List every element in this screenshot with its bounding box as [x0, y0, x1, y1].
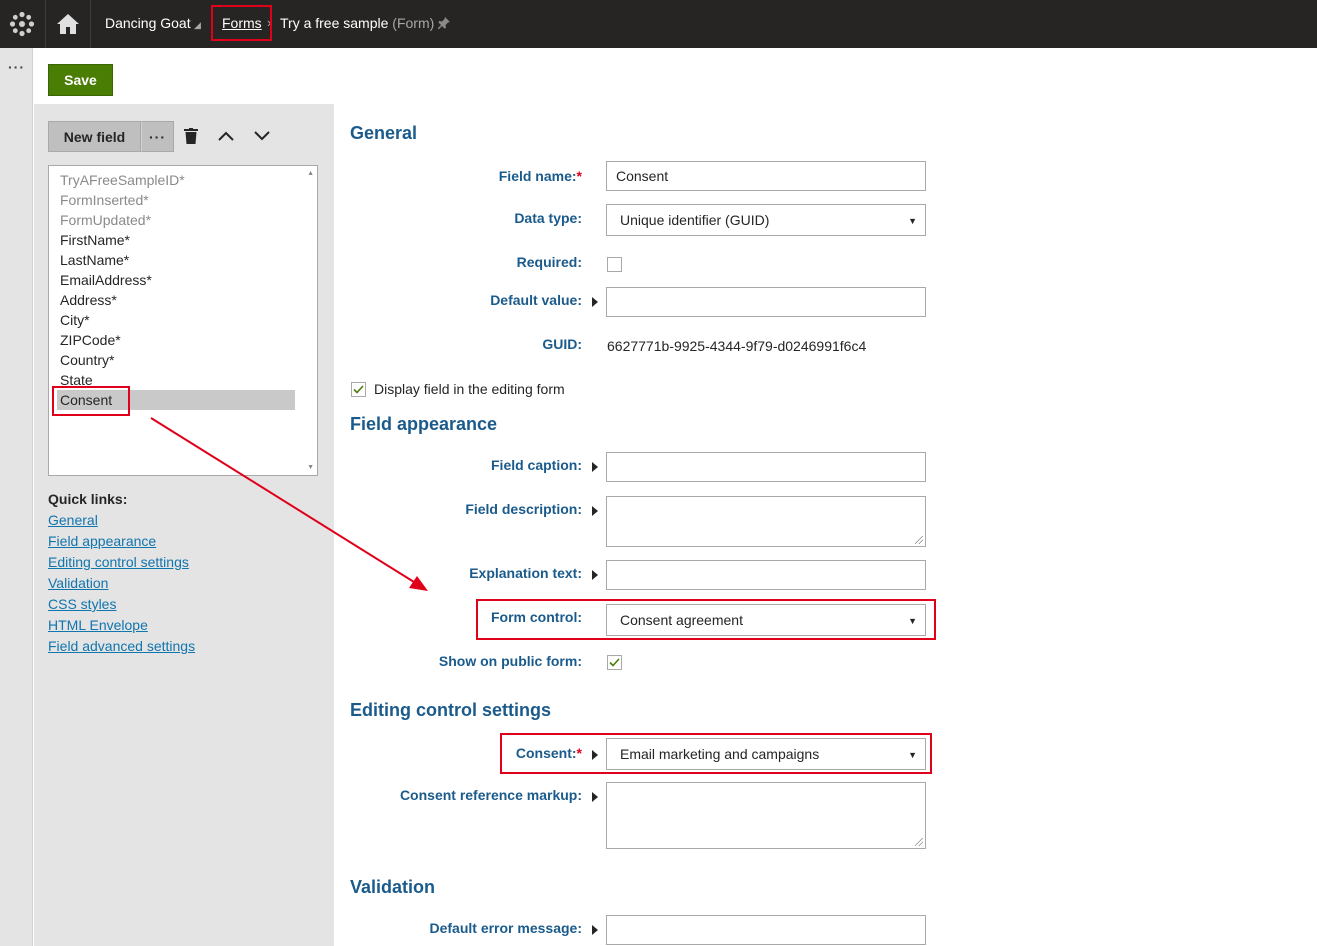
breadcrumb-type: (Form)	[392, 15, 435, 31]
delete-icon[interactable]	[181, 126, 201, 146]
field-panel: New field ··· TryAFreeSampleID* FormInse…	[34, 104, 334, 946]
forms-highlight-box	[211, 5, 272, 41]
consent-markup-textarea[interactable]	[606, 782, 926, 849]
field-name-label-text: Field name:	[498, 168, 577, 184]
list-item[interactable]: EmailAddress*	[60, 270, 296, 290]
field-description-label: Field description:	[465, 501, 582, 517]
guid-value: 6627771b-9925-4344-9f79-d0246991f6c4	[607, 338, 867, 354]
field-list[interactable]: TryAFreeSampleID* FormInserted* FormUpda…	[48, 165, 318, 476]
explanation-text-label: Explanation text:	[469, 565, 582, 581]
data-type-label: Data type:	[514, 210, 582, 226]
field-description-textarea[interactable]	[606, 496, 926, 547]
form-control-highlight-box	[476, 599, 936, 640]
quick-links-title: Quick links:	[48, 491, 128, 507]
expand-arrow-icon[interactable]	[592, 925, 598, 935]
save-button[interactable]: Save	[48, 64, 113, 96]
scroll-down-icon[interactable]: ▼	[307, 464, 314, 471]
quick-link-html-envelope[interactable]: HTML Envelope	[48, 617, 148, 633]
default-value-input[interactable]	[606, 287, 926, 317]
list-item[interactable]: LastName*	[60, 250, 296, 270]
required-checkbox[interactable]	[607, 257, 622, 272]
section-general-heading: General	[350, 123, 418, 143]
expand-arrow-icon[interactable]	[592, 792, 598, 802]
kentico-logo-icon[interactable]	[0, 0, 44, 48]
home-icon[interactable]	[45, 0, 91, 48]
list-item[interactable]: FormInserted*	[60, 190, 296, 210]
display-field-checkbox[interactable]	[351, 382, 366, 397]
list-item[interactable]: FormUpdated*	[60, 210, 296, 230]
default-error-label: Default error message:	[429, 920, 582, 936]
pin-icon[interactable]	[437, 16, 451, 33]
quick-link-editing-control[interactable]: Editing control settings	[48, 554, 189, 570]
expand-arrow-icon[interactable]	[592, 462, 598, 472]
required-label: Required:	[516, 254, 582, 270]
show-public-checkbox[interactable]	[607, 655, 622, 670]
section-editing-heading: Editing control settings	[350, 700, 551, 720]
guid-label: GUID:	[542, 336, 582, 352]
data-type-value: Unique identifier (GUID)	[620, 212, 770, 228]
field-caption-label: Field caption:	[491, 457, 582, 473]
display-field-label: Display field in the editing form	[374, 381, 565, 397]
list-item[interactable]: Country*	[60, 350, 296, 370]
consent-highlight-box	[52, 386, 130, 416]
more-menu-icon[interactable]: ···	[8, 60, 25, 74]
data-type-select[interactable]: Unique identifier (GUID) ▼	[606, 204, 926, 236]
resize-grip-icon[interactable]	[915, 838, 923, 846]
quick-link-advanced[interactable]: Field advanced settings	[48, 638, 195, 654]
expand-arrow-icon[interactable]	[592, 570, 598, 580]
new-field-button[interactable]: New field	[48, 121, 141, 152]
left-strip: ···	[0, 48, 33, 946]
list-item[interactable]: TryAFreeSampleID*	[60, 170, 296, 190]
site-dropdown-icon[interactable]: ◢	[194, 20, 201, 31]
chevron-down-icon: ▼	[908, 216, 917, 226]
consent-select-highlight-box	[500, 733, 932, 774]
list-item[interactable]: City*	[60, 310, 296, 330]
explanation-text-input[interactable]	[606, 560, 926, 590]
field-caption-input[interactable]	[606, 452, 926, 482]
field-name-input[interactable]: Consent	[606, 161, 926, 191]
required-marker: *	[576, 168, 582, 184]
quick-link-general[interactable]: General	[48, 512, 98, 528]
default-value-label: Default value:	[490, 292, 582, 308]
check-icon	[353, 385, 364, 394]
check-icon	[609, 658, 620, 667]
breadcrumb-current: Try a free sample (Form)	[280, 15, 434, 31]
scroll-up-icon[interactable]: ▲	[307, 170, 314, 177]
quick-link-css-styles[interactable]: CSS styles	[48, 596, 116, 612]
breadcrumb-title: Try a free sample	[280, 15, 389, 31]
quick-link-field-appearance[interactable]: Field appearance	[48, 533, 156, 549]
quick-link-validation[interactable]: Validation	[48, 575, 108, 591]
expand-arrow-icon[interactable]	[592, 506, 598, 516]
more-actions-button[interactable]: ···	[141, 121, 174, 152]
show-public-label: Show on public form:	[438, 653, 582, 669]
section-validation-heading: Validation	[350, 877, 436, 897]
consent-markup-label: Consent reference markup:	[399, 787, 582, 803]
move-up-icon[interactable]	[216, 126, 236, 146]
list-item[interactable]: ZIPCode*	[60, 330, 296, 350]
list-item[interactable]: FirstName*	[60, 230, 296, 250]
expand-arrow-icon[interactable]	[592, 297, 598, 307]
top-bar: Dancing Goat ◢ Forms › Try a free sample…	[0, 0, 1317, 48]
section-appearance-heading: Field appearance	[350, 414, 498, 434]
site-selector[interactable]: Dancing Goat	[105, 15, 191, 31]
default-error-input[interactable]	[606, 915, 926, 945]
list-item[interactable]: Address*	[60, 290, 296, 310]
field-name-label: Field name:*	[322, 168, 582, 184]
resize-grip-icon[interactable]	[915, 536, 923, 544]
move-down-icon[interactable]	[252, 126, 272, 146]
